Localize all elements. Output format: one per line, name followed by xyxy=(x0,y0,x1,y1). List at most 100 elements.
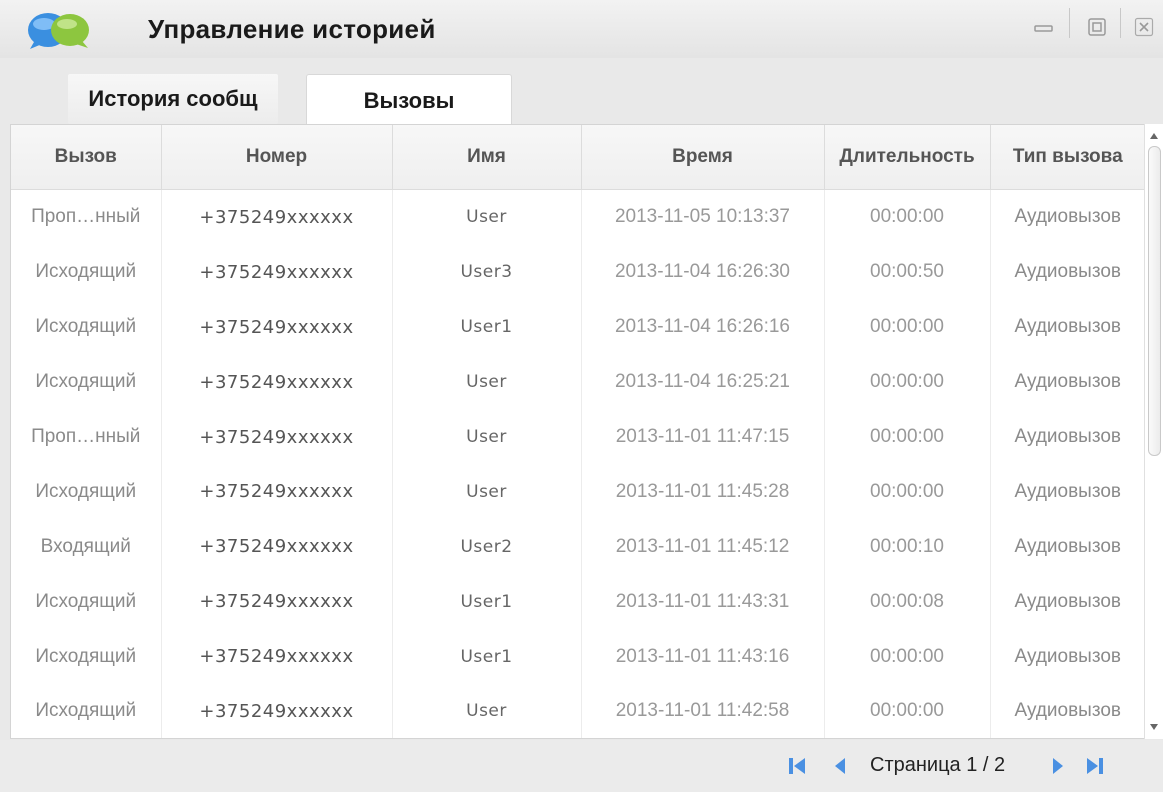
cell-name: User xyxy=(392,684,582,738)
table-header-row: Вызов Номер Имя Время Длительность Тип в… xyxy=(11,125,1144,190)
pagination-bar: Страница 1 / 2 xyxy=(0,740,1163,792)
cell-duration: 00:00:00 xyxy=(824,629,991,685)
table-row[interactable]: Входящий +375249xxxxxx User2 2013-11-01 11:… xyxy=(11,519,1144,575)
minimize-button[interactable] xyxy=(1025,10,1063,44)
cell-number: +375249xxxxxx xyxy=(161,409,393,465)
cell-call: Исходящий xyxy=(11,354,162,410)
cell-duration: 00:00:00 xyxy=(824,299,991,355)
cell-duration: 00:00:00 xyxy=(824,684,991,738)
cell-name: User xyxy=(392,409,582,465)
cell-call: Исходящий xyxy=(11,299,162,355)
cell-time: 2013-11-04 16:25:21 xyxy=(581,354,825,410)
cell-duration: 00:00:50 xyxy=(824,244,991,300)
cell-number: +375249xxxxxx xyxy=(161,684,393,738)
cell-call-type: Аудиовызов xyxy=(1014,206,1121,228)
cell-call: Исходящий xyxy=(11,464,162,520)
column-header-call[interactable]: Вызов xyxy=(11,125,162,190)
cell-name: User xyxy=(392,354,582,410)
cell-call-type: Аудиовызов xyxy=(1014,590,1121,612)
cell-name: User1 xyxy=(392,574,582,630)
cell-call: Исходящий xyxy=(11,629,162,685)
cell-duration: 00:00:08 xyxy=(824,574,991,630)
table-row[interactable]: Исходящий +375249xxxxxx User1 2013-11-01 11… xyxy=(11,629,1144,685)
cell-time: 2013-11-04 16:26:30 xyxy=(581,244,825,300)
cell-name: User xyxy=(392,464,582,520)
next-page-icon[interactable] xyxy=(1046,754,1070,778)
page-indicator: Страница 1 / 2 xyxy=(870,754,1006,776)
table-row[interactable]: Исходящий +375249xxxxxx User1 2013-11-04 16… xyxy=(11,299,1144,355)
control-divider xyxy=(1069,8,1070,38)
cell-number: +375249xxxxxx xyxy=(161,354,393,410)
cell-time: 2013-11-04 16:26:16 xyxy=(581,299,825,355)
cell-name: User1 xyxy=(392,629,582,685)
cell-call-type: Аудиовызов xyxy=(1014,535,1121,557)
cell-call: Входящий xyxy=(11,519,162,575)
minimize-icon xyxy=(1033,20,1055,34)
cell-time: 2013-11-01 11:42:58 xyxy=(581,684,825,738)
calls-table: Вызов Номер Имя Время Длительность Тип в… xyxy=(10,124,1144,739)
cell-name: User xyxy=(392,189,582,245)
cell-call-type: Аудиовызов xyxy=(1014,700,1121,722)
prev-page-icon[interactable] xyxy=(828,754,852,778)
table-row[interactable]: Исходящий +375249xxxxxx User1 2013-11-01 11… xyxy=(11,574,1144,630)
cell-call: Исходящий xyxy=(11,684,162,738)
cell-call-type: Аудиовызов xyxy=(1014,261,1121,283)
maximize-button[interactable] xyxy=(1078,10,1116,44)
cell-number: +375249xxxxxx xyxy=(161,574,393,630)
column-header-time[interactable]: Время xyxy=(581,125,825,190)
cell-call: Исходящий xyxy=(11,574,162,630)
last-page-icon[interactable] xyxy=(1083,754,1107,778)
scroll-down-icon[interactable] xyxy=(1145,719,1163,735)
cell-call: Исходящий xyxy=(11,244,162,300)
cell-time: 2013-11-01 11:43:31 xyxy=(581,574,825,630)
close-button[interactable] xyxy=(1125,10,1163,44)
first-page-icon[interactable] xyxy=(785,754,809,778)
scroll-up-icon[interactable] xyxy=(1145,128,1163,144)
history-window: Управление историей История сообщ Вызовы xyxy=(0,0,1163,792)
cell-call-type: Аудиовызов xyxy=(1014,426,1121,447)
close-icon xyxy=(1134,17,1154,37)
cell-time: 2013-11-01 11:47:15 xyxy=(581,409,825,465)
cell-number: +375249xxxxxx xyxy=(161,519,393,575)
cell-call: Проп…нный xyxy=(11,409,162,465)
table-row[interactable]: Проп…нный +375249xxxxxx User 2013-11-05 10:… xyxy=(11,189,1144,245)
cell-call-type: Аудиовызов xyxy=(1014,371,1121,393)
cell-time: 2013-11-01 11:45:28 xyxy=(581,464,825,520)
scrollbar-thumb[interactable] xyxy=(1148,146,1161,456)
column-header-call-type[interactable]: Тип вызова xyxy=(990,125,1144,190)
table-row[interactable]: Исходящий +375249xxxxxx User 2013-11-01 11:… xyxy=(11,684,1144,738)
chat-bubbles-icon xyxy=(24,10,94,50)
cell-call: Проп…нный xyxy=(11,189,162,245)
tab-message-history[interactable]: История сообщ xyxy=(68,74,278,124)
table-row[interactable]: Проп…нный +375249xxxxxx User 2013-11-01 11:… xyxy=(11,409,1144,465)
cell-number: +375249xxxxxx xyxy=(161,189,393,245)
cell-call-type: Аудиовызов xyxy=(1014,316,1121,338)
tab-calls[interactable]: Вызовы xyxy=(306,74,512,126)
cell-duration: 00:00:00 xyxy=(824,464,991,520)
cell-number: +375249xxxxxx xyxy=(161,299,393,355)
vertical-scrollbar[interactable] xyxy=(1144,124,1163,739)
cell-number: +375249xxxxxx xyxy=(161,629,393,685)
cell-call-type: Аудиовызов xyxy=(1014,645,1121,667)
cell-number: +375249xxxxxx xyxy=(161,244,393,300)
cell-name: User2 xyxy=(392,519,582,575)
table-row[interactable]: Исходящий +375249xxxxxx User 2013-11-01 11:… xyxy=(11,464,1144,520)
column-header-duration[interactable]: Длительность xyxy=(824,125,991,190)
cell-duration: 00:00:00 xyxy=(824,409,991,465)
cell-time: 2013-11-01 11:45:12 xyxy=(581,519,825,575)
control-divider xyxy=(1120,8,1121,38)
column-header-number[interactable]: Номер xyxy=(161,125,393,190)
maximize-icon xyxy=(1087,17,1107,37)
column-header-name[interactable]: Имя xyxy=(392,125,582,190)
table-row[interactable]: Исходящий +375249xxxxxx User 2013-11-04 16:… xyxy=(11,354,1144,410)
cell-time: 2013-11-01 11:43:16 xyxy=(581,629,825,685)
cell-call-type: Аудиовызов xyxy=(1014,480,1121,502)
cell-name: User3 xyxy=(392,244,582,300)
window-title: Управление историей xyxy=(148,14,436,44)
title-bar[interactable]: Управление историей xyxy=(0,0,1163,58)
table-row[interactable]: Исходящий +375249xxxxxx User3 2013-11-04 16… xyxy=(11,244,1144,300)
cell-number: +375249xxxxxx xyxy=(161,464,393,520)
cell-time: 2013-11-05 10:13:37 xyxy=(581,189,825,245)
cell-duration: 00:00:00 xyxy=(824,354,991,410)
cell-name: User1 xyxy=(392,299,582,355)
